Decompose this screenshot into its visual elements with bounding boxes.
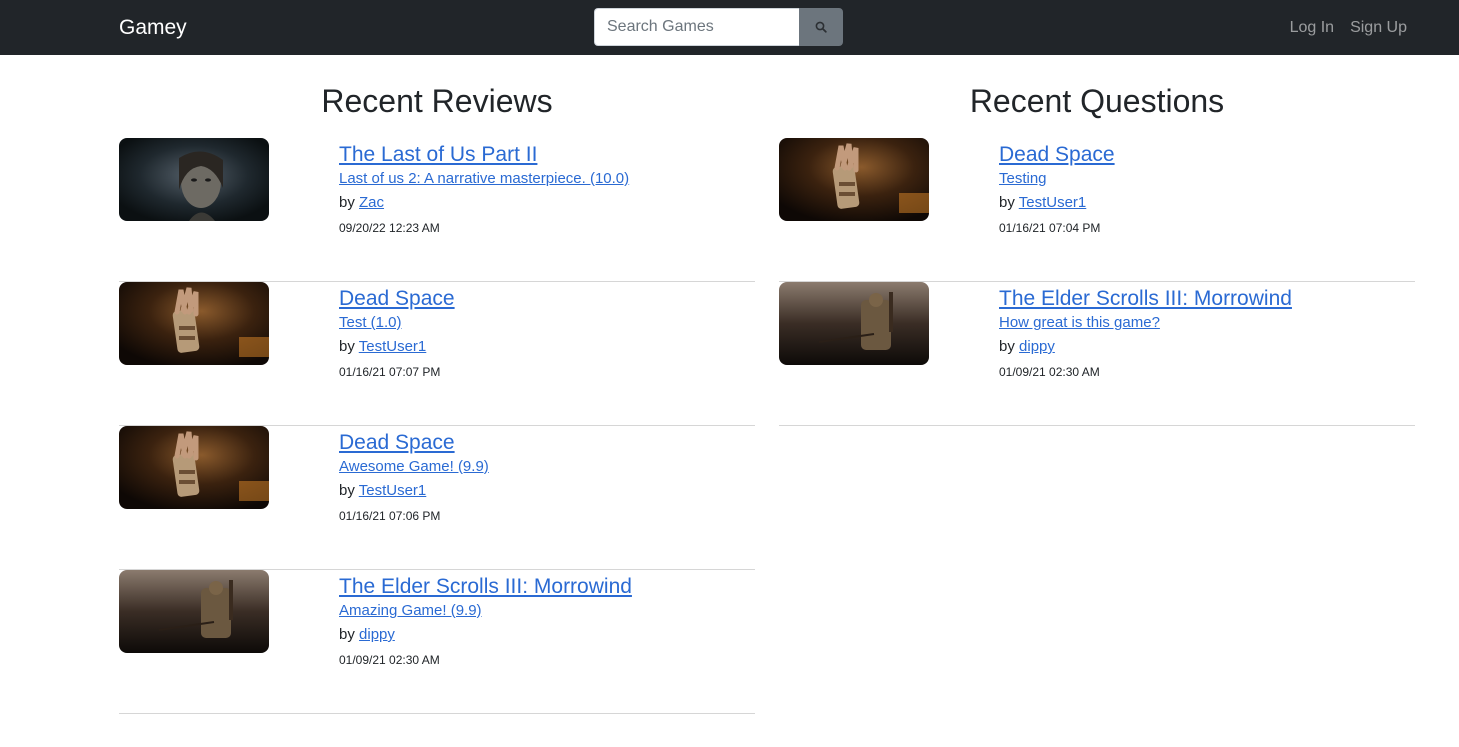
- recent-reviews-section: Recent Reviews The Last of Us Part II Las…: [119, 55, 755, 714]
- byline: by TestUser1: [339, 481, 749, 501]
- recent-questions-section: Recent Questions Dead Space Testing by Tes…: [779, 55, 1415, 426]
- game-cover-image[interactable]: [119, 282, 269, 365]
- item-info: Dead Space Awesome Game! (9.9) by TestUser…: [339, 430, 749, 524]
- timestamp: 01/09/21 02:30 AM: [339, 653, 440, 667]
- by-label: by: [999, 338, 1015, 355]
- timestamp: 01/16/21 07:04 PM: [999, 221, 1101, 235]
- reviews-list: The Last of Us Part II Last of us 2: A na…: [119, 138, 755, 714]
- byline: by TestUser1: [339, 337, 749, 357]
- search-input[interactable]: [594, 8, 799, 46]
- game-cover-image[interactable]: [119, 570, 269, 653]
- user-link[interactable]: TestUser1: [359, 482, 427, 499]
- item-info: Dead Space Test (1.0) by TestUser1 01/16/21…: [339, 286, 749, 380]
- user-link[interactable]: dippy: [1019, 338, 1055, 355]
- by-label: by: [999, 194, 1015, 211]
- game-thumbnail-link[interactable]: [779, 138, 929, 221]
- game-thumbnail-link[interactable]: [119, 570, 269, 653]
- game-cover-image[interactable]: [779, 138, 929, 221]
- recent-questions-title: Recent Questions: [969, 83, 1225, 119]
- by-label: by: [339, 626, 355, 643]
- item-summary-link[interactable]: How great is this game?: [999, 313, 1409, 333]
- list-item: Dead Space Testing by TestUser1 01/16/21 07…: [779, 138, 1415, 282]
- list-item: The Last of Us Part II Last of us 2: A na…: [119, 138, 755, 282]
- game-thumbnail-link[interactable]: [119, 426, 269, 509]
- search-icon: [815, 21, 827, 33]
- byline: by dippy: [999, 337, 1409, 357]
- game-title-link[interactable]: Dead Space: [999, 142, 1409, 168]
- search-form: [594, 8, 843, 46]
- questions-list: Dead Space Testing by TestUser1 01/16/21 07…: [779, 138, 1415, 426]
- user-link[interactable]: TestUser1: [1019, 194, 1087, 211]
- game-thumbnail-link[interactable]: [779, 282, 929, 365]
- byline: by Zac: [339, 193, 749, 213]
- auth-links: Log In Sign Up: [1290, 17, 1407, 38]
- signup-link[interactable]: Sign Up: [1350, 17, 1407, 38]
- byline: by TestUser1: [999, 193, 1409, 213]
- user-link[interactable]: TestUser1: [359, 338, 427, 355]
- game-thumbnail-link[interactable]: [119, 138, 269, 221]
- item-info: Dead Space Testing by TestUser1 01/16/21 07…: [999, 142, 1409, 236]
- list-item: Dead Space Awesome Game! (9.9) by TestUser…: [119, 426, 755, 570]
- list-item: The Elder Scrolls III: Morrowind How grea…: [779, 282, 1415, 426]
- game-title-link[interactable]: Dead Space: [339, 286, 749, 312]
- item-summary-link[interactable]: Amazing Game! (9.9): [339, 601, 749, 621]
- timestamp: 01/16/21 07:07 PM: [339, 365, 441, 379]
- user-link[interactable]: Zac: [359, 194, 384, 211]
- search-button[interactable]: [799, 8, 843, 46]
- item-summary-link[interactable]: Last of us 2: A narrative masterpiece. (…: [339, 169, 749, 189]
- timestamp: 01/16/21 07:06 PM: [339, 509, 441, 523]
- navbar: Gamey Log In Sign Up: [0, 0, 1459, 55]
- game-cover-image[interactable]: [779, 282, 929, 365]
- item-info: The Last of Us Part II Last of us 2: A na…: [339, 142, 749, 236]
- item-summary-link[interactable]: Test (1.0): [339, 313, 749, 333]
- game-title-link[interactable]: The Elder Scrolls III: Morrowind: [999, 286, 1409, 312]
- game-title-link[interactable]: Dead Space: [339, 430, 749, 456]
- game-cover-image[interactable]: [119, 426, 269, 509]
- recent-reviews-title: Recent Reviews: [321, 83, 553, 119]
- game-cover-image[interactable]: [119, 138, 269, 221]
- byline: by dippy: [339, 625, 749, 645]
- timestamp: 09/20/22 12:23 AM: [339, 221, 440, 235]
- by-label: by: [339, 194, 355, 211]
- list-item: The Elder Scrolls III: Morrowind Amazing …: [119, 570, 755, 714]
- game-title-link[interactable]: The Last of Us Part II: [339, 142, 749, 168]
- game-thumbnail-link[interactable]: [119, 282, 269, 365]
- item-info: The Elder Scrolls III: Morrowind Amazing …: [339, 574, 749, 668]
- item-info: The Elder Scrolls III: Morrowind How grea…: [999, 286, 1409, 380]
- brand-logo[interactable]: Gamey: [119, 14, 187, 41]
- by-label: by: [339, 482, 355, 499]
- item-summary-link[interactable]: Testing: [999, 169, 1409, 189]
- timestamp: 01/09/21 02:30 AM: [999, 365, 1100, 379]
- game-title-link[interactable]: The Elder Scrolls III: Morrowind: [339, 574, 749, 600]
- by-label: by: [339, 338, 355, 355]
- item-summary-link[interactable]: Awesome Game! (9.9): [339, 457, 749, 477]
- user-link[interactable]: dippy: [359, 626, 395, 643]
- list-item: Dead Space Test (1.0) by TestUser1 01/16/21…: [119, 282, 755, 426]
- login-link[interactable]: Log In: [1290, 17, 1334, 38]
